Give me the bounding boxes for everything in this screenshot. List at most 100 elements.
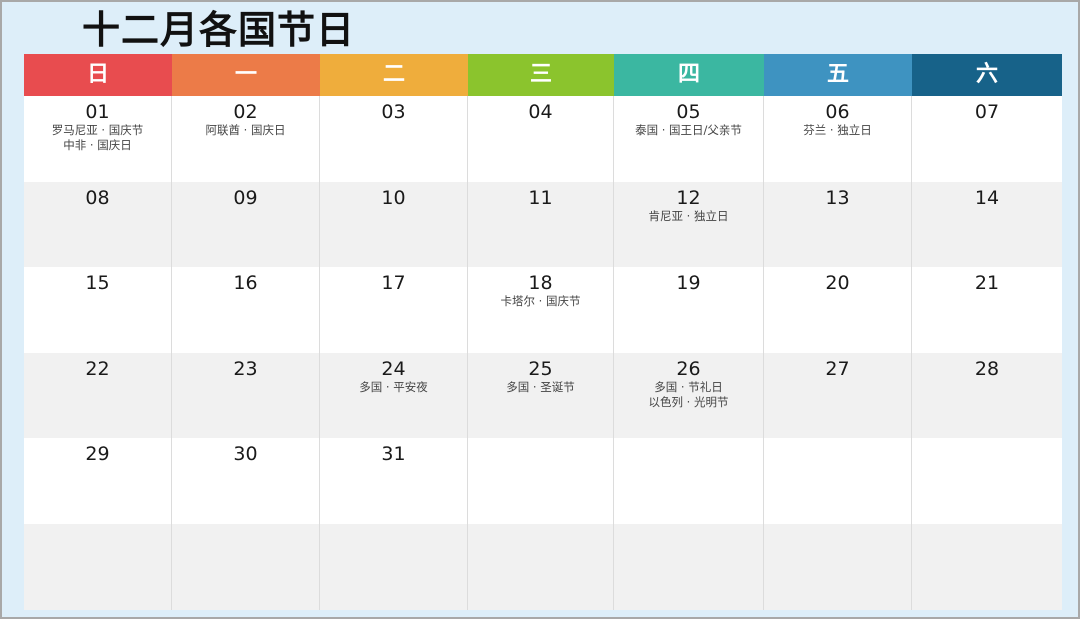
day-cell-thu[interactable]: 12 肯尼亚 · 独立日	[614, 181, 764, 268]
day-cell-sun[interactable]: 01 罗马尼亚 · 国庆节 中非 · 国庆日	[24, 96, 172, 182]
day-number: 24	[381, 357, 406, 380]
weekday-header-mon: 一	[172, 54, 320, 96]
day-number: 10	[381, 186, 406, 209]
calendar-week-row: 29 30 31	[24, 438, 1062, 524]
day-number: 23	[233, 357, 258, 380]
day-cell-wed[interactable]	[468, 438, 614, 524]
holiday-label: 中非 · 国庆日	[63, 138, 132, 152]
day-cell-sat[interactable]: 07	[912, 96, 1062, 182]
day-cell-tue[interactable]	[320, 523, 468, 610]
day-cell-mon[interactable]: 23	[172, 352, 320, 439]
day-cell-fri[interactable]: 20	[764, 267, 912, 353]
day-cell-mon[interactable]: 02 阿联酋 · 国庆日	[172, 96, 320, 182]
day-number: 13	[825, 186, 850, 209]
day-number: 16	[233, 272, 258, 295]
day-cell-sat[interactable]: 14	[912, 182, 1062, 268]
day-cell-sat[interactable]: 28	[912, 353, 1062, 439]
day-number: 30	[233, 443, 258, 466]
weekday-header-thu: 四	[614, 54, 764, 96]
calendar-week-row: 01 罗马尼亚 · 国庆节 中非 · 国庆日 02 阿联酋 · 国庆日 03 04 05 泰国 …	[24, 96, 1062, 182]
day-number: 12	[676, 186, 701, 209]
holiday-label: 多国 · 节礼日	[654, 379, 723, 394]
day-cell-wed[interactable]	[468, 523, 614, 610]
calendar-week-row: 22 23 24 多国 · 平安夜 25 多国 · 圣诞节 26 多国 · 节礼日 以色列 · …	[24, 352, 1062, 439]
weekday-header-fri: 五	[764, 54, 912, 96]
day-number: 18	[528, 272, 553, 295]
holiday-label: 肯尼亚 · 独立日	[648, 208, 729, 223]
day-number: 09	[233, 186, 258, 209]
holiday-label: 以色列 · 光明节	[648, 394, 729, 409]
day-cell-fri[interactable]: 06 芬兰 · 独立日	[764, 96, 912, 182]
day-cell-sat[interactable]	[912, 524, 1062, 610]
day-cell-sat[interactable]: 21	[912, 267, 1062, 353]
day-cell-thu[interactable]: 05 泰国 · 国王日/父亲节	[614, 96, 764, 182]
day-cell-wed[interactable]: 18 卡塔尔 · 国庆节	[468, 267, 614, 353]
holiday-label: 阿联酋 · 国庆日	[205, 123, 286, 137]
day-cell-thu[interactable]: 26 多国 · 节礼日 以色列 · 光明节	[614, 352, 764, 439]
day-cell-fri[interactable]: 27	[764, 352, 912, 439]
holiday-label: 泰国 · 国王日/父亲节	[635, 123, 742, 137]
day-number: 28	[974, 357, 1000, 380]
day-cell-tue[interactable]: 31	[320, 438, 468, 524]
day-number: 25	[528, 357, 553, 380]
page-title: 十二月各国节日	[82, 8, 356, 52]
day-cell-sun[interactable]: 22	[24, 352, 172, 439]
day-cell-sun[interactable]	[24, 523, 172, 610]
weekday-header-row: 日 一 二 三 四 五 六	[24, 54, 1062, 96]
day-number: 19	[676, 272, 701, 295]
holiday-label: 多国 · 平安夜	[359, 379, 428, 394]
day-number: 22	[85, 357, 110, 380]
day-cell-wed[interactable]: 11	[468, 181, 614, 268]
day-number: 06	[825, 101, 850, 123]
day-number: 15	[85, 272, 110, 295]
day-cell-thu[interactable]: 19	[614, 267, 764, 353]
day-cell-tue[interactable]: 17	[320, 267, 468, 353]
weekday-header-sun: 日	[24, 54, 172, 96]
day-cell-thu[interactable]	[614, 438, 764, 524]
day-cell-tue[interactable]: 10	[320, 181, 468, 268]
day-number: 11	[528, 186, 553, 209]
day-number: 08	[85, 186, 110, 209]
calendar-weeks: 01 罗马尼亚 · 国庆节 中非 · 国庆日 02 阿联酋 · 国庆日 03 04 05 泰国 …	[24, 96, 1062, 610]
day-number: 29	[85, 443, 110, 466]
day-cell-fri[interactable]	[764, 438, 912, 524]
day-cell-thu[interactable]	[614, 523, 764, 610]
day-cell-tue[interactable]: 24 多国 · 平安夜	[320, 352, 468, 439]
day-number: 21	[974, 272, 1000, 295]
calendar-grid: 日 一 二 三 四 五 六 01 罗马尼亚 · 国庆节 中非 · 国庆日 02 阿联酋 …	[24, 54, 1062, 610]
weekday-header-sat: 六	[912, 54, 1062, 96]
weekday-header-tue: 二	[320, 54, 468, 96]
weekday-header-wed: 三	[468, 54, 614, 96]
calendar-week-row: 08 09 10 11 12 肯尼亚 · 独立日 13 14	[24, 181, 1062, 268]
day-number: 01	[85, 101, 110, 123]
day-number: 27	[825, 357, 850, 380]
holiday-label: 卡塔尔 · 国庆节	[500, 294, 581, 309]
day-cell-wed[interactable]: 25 多国 · 圣诞节	[468, 352, 614, 439]
day-cell-fri[interactable]: 13	[764, 181, 912, 268]
day-cell-sun[interactable]: 15	[24, 267, 172, 353]
calendar-week-row	[24, 523, 1062, 610]
day-number: 26	[676, 357, 701, 380]
day-cell-mon[interactable]: 09	[172, 181, 320, 268]
day-number: 07	[974, 101, 1000, 123]
day-number: 03	[381, 101, 406, 123]
day-cell-tue[interactable]: 03	[320, 96, 468, 182]
day-cell-fri[interactable]	[764, 523, 912, 610]
day-number: 05	[676, 101, 701, 123]
day-cell-mon[interactable]: 16	[172, 267, 320, 353]
day-cell-sat[interactable]	[912, 438, 1062, 524]
calendar-week-row: 15 16 17 18 卡塔尔 · 国庆节 19 20 21	[24, 267, 1062, 353]
day-number: 02	[233, 101, 258, 123]
day-cell-mon[interactable]	[172, 523, 320, 610]
day-cell-sun[interactable]: 29	[24, 438, 172, 524]
day-number: 20	[825, 272, 850, 295]
day-number: 17	[381, 272, 406, 295]
day-number: 14	[974, 186, 1000, 209]
day-number: 31	[381, 443, 406, 466]
holiday-label: 罗马尼亚 · 国庆节	[51, 123, 144, 137]
holiday-label: 多国 · 圣诞节	[506, 379, 575, 394]
calendar-slide: 十二月各国节日 日 一 二 三 四 五 六 01 罗马尼亚 · 国庆节 中非 · 国…	[0, 0, 1080, 619]
day-cell-mon[interactable]: 30	[172, 438, 320, 524]
day-cell-wed[interactable]: 04	[468, 96, 614, 182]
day-cell-sun[interactable]: 08	[24, 181, 172, 268]
